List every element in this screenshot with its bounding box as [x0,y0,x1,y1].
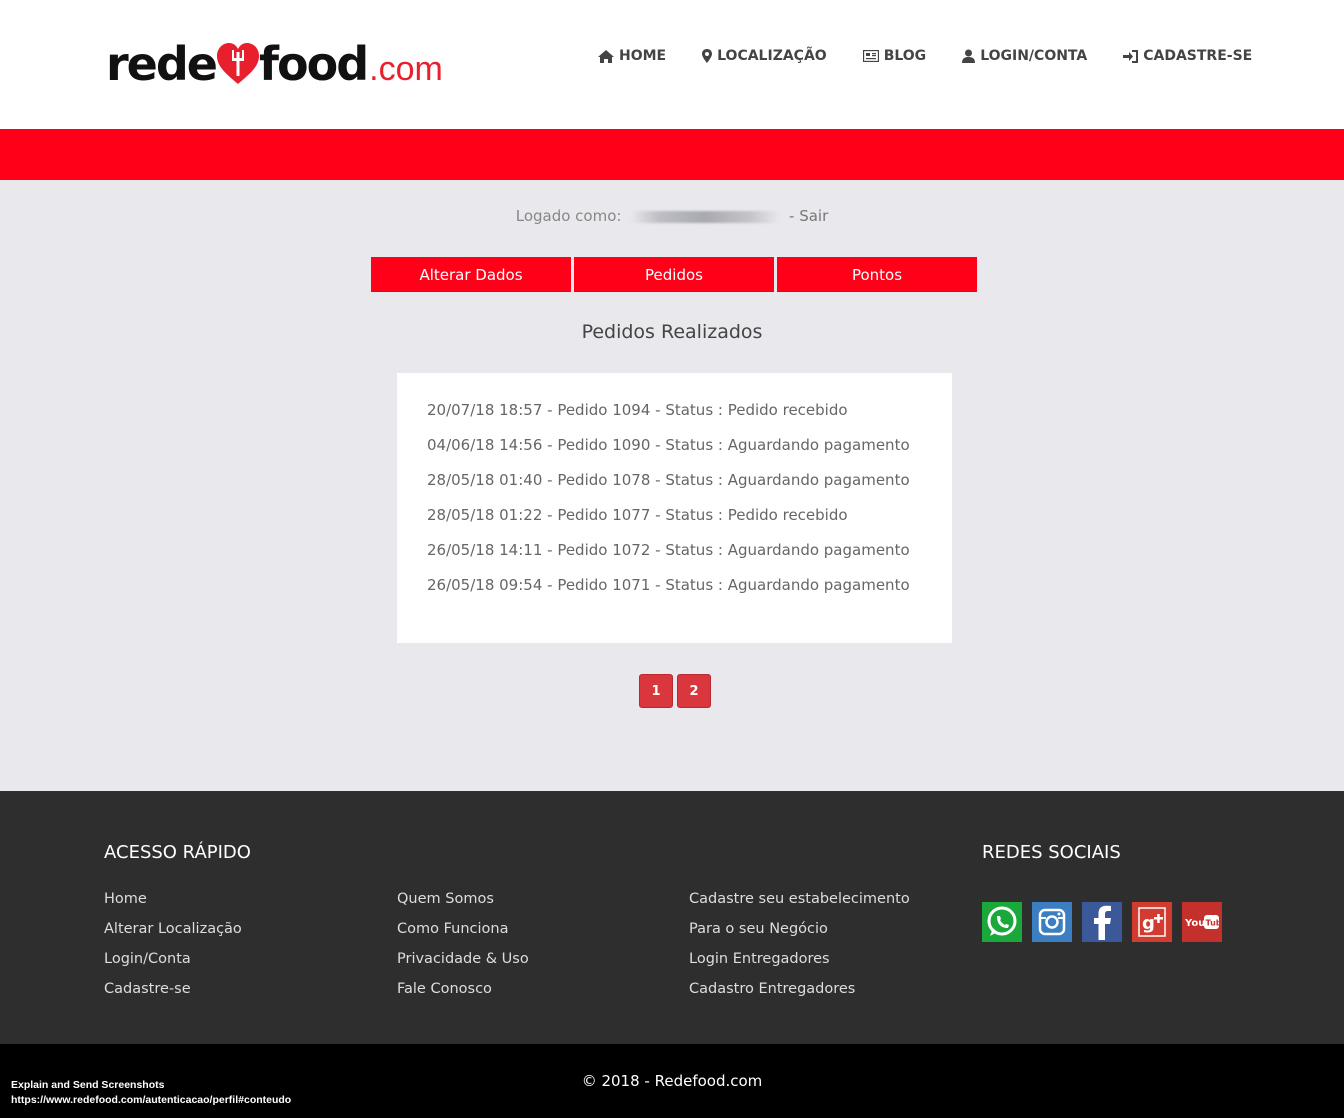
page-1-button[interactable]: 1 [639,674,673,708]
footer-link-para-negocio[interactable]: Para o seu Negócio [689,920,910,950]
logged-as-bar: Logado como: - Sair [0,207,1344,225]
orders-title: Pedidos Realizados [581,321,763,343]
order-item[interactable]: 28/05/18 01:40 - Pedido 1078 - Status : … [427,470,952,505]
home-icon [598,49,614,63]
quick-access-title: ACESSO RÁPIDO [104,842,251,863]
footer-link-como-funciona[interactable]: Como Funciona [397,920,529,950]
google-plus-icon[interactable]: g [1132,902,1172,942]
site-header: rede food .com HOME LOCALIZAÇÃO BLOG LOG… [0,0,1344,129]
social-title: REDES SOCIAIS [982,842,1121,863]
instagram-icon[interactable] [1032,902,1072,942]
svg-text:g: g [1142,913,1155,934]
footer-bottom-bar: © 2018 - Redefood.com Explain and Send S… [0,1044,1344,1118]
site-footer: ACESSO RÁPIDO REDES SOCIAIS Home Alterar… [0,791,1344,1044]
heart-fork-icon [215,42,261,86]
footer-column-3: Cadastre seu estabelecimento Para o seu … [689,890,910,1010]
nav-cadastre-label: CADASTRE-SE [1143,48,1253,64]
svg-text:Tube: Tube [1206,919,1221,928]
order-item[interactable]: 26/05/18 14:11 - Pedido 1072 - Status : … [427,540,952,575]
nav-login-label: LOGIN/CONTA [980,48,1088,64]
nav-localizacao-label: LOCALIZAÇÃO [717,48,827,64]
nav-home[interactable]: HOME [598,48,666,64]
red-banner [0,129,1344,180]
logo-text-suffix: .com [369,50,443,88]
screenshot-overlay: Explain and Send Screenshots https://www… [11,1078,291,1108]
logout-link[interactable]: - Sair [789,207,828,225]
sign-in-icon [1123,49,1139,63]
tab-pontos[interactable]: Pontos [777,257,977,292]
footer-link-cadastre-se[interactable]: Cadastre-se [104,980,242,1010]
nav-home-label: HOME [619,48,667,64]
site-logo[interactable]: rede food .com [106,36,443,92]
nav-blog-label: BLOG [883,48,927,64]
whatsapp-icon[interactable] [982,902,1022,942]
facebook-icon[interactable] [1082,902,1122,942]
pagination: 1 2 [639,674,711,708]
footer-link-cadastre-estabelecimento[interactable]: Cadastre seu estabelecimento [689,890,910,920]
footer-link-home[interactable]: Home [104,890,242,920]
svg-text:You: You [1184,918,1205,929]
order-item[interactable]: 26/05/18 09:54 - Pedido 1071 - Status : … [427,575,952,610]
footer-link-alterar-localizacao[interactable]: Alterar Localização [104,920,242,950]
overlay-url: https://www.redefood.com/autenticacao/pe… [11,1094,292,1106]
order-item[interactable]: 04/06/18 14:56 - Pedido 1090 - Status : … [427,435,952,470]
main-nav: HOME LOCALIZAÇÃO BLOG LOGIN/CONTA CADAST… [598,48,1288,64]
footer-link-privacidade[interactable]: Privacidade & Uso [397,950,529,980]
logged-as-label: Logado como: [515,207,622,225]
youtube-icon[interactable]: YouTube [1182,902,1222,942]
footer-column-1: Home Alterar Localização Login/Conta Cad… [104,890,242,1010]
nav-cadastre-se[interactable]: CADASTRE-SE [1123,48,1252,64]
social-icons: g YouTube [982,902,1222,942]
overlay-line-1: Explain and Send Screenshots [11,1079,165,1091]
order-item[interactable]: 28/05/18 01:22 - Pedido 1077 - Status : … [427,505,952,540]
footer-link-quem-somos[interactable]: Quem Somos [397,890,529,920]
redacted-email [630,210,781,223]
footer-column-2: Quem Somos Como Funciona Privacidade & U… [397,890,529,1010]
orders-list: 20/07/18 18:57 - Pedido 1094 - Status : … [397,373,952,643]
account-tabs: Alterar Dados Pedidos Pontos [371,257,977,292]
tab-pedidos[interactable]: Pedidos [574,257,774,292]
user-icon [962,49,976,63]
nav-localizacao[interactable]: LOCALIZAÇÃO [702,48,827,64]
footer-link-cadastro-entregadores[interactable]: Cadastro Entregadores [689,980,910,1010]
footer-link-login-entregadores[interactable]: Login Entregadores [689,950,910,980]
tab-alterar-dados[interactable]: Alterar Dados [371,257,571,292]
footer-link-fale-conosco[interactable]: Fale Conosco [397,980,529,1010]
nav-blog[interactable]: BLOG [862,48,927,64]
newspaper-icon [862,50,879,62]
footer-link-login-conta[interactable]: Login/Conta [104,950,242,980]
map-marker-icon [702,49,713,63]
order-item[interactable]: 20/07/18 18:57 - Pedido 1094 - Status : … [427,400,952,435]
page-2-button[interactable]: 2 [677,674,711,708]
nav-login-conta[interactable]: LOGIN/CONTA [962,48,1087,64]
logo-text-rede: rede [106,37,218,91]
logo-text-food: food [259,37,369,91]
